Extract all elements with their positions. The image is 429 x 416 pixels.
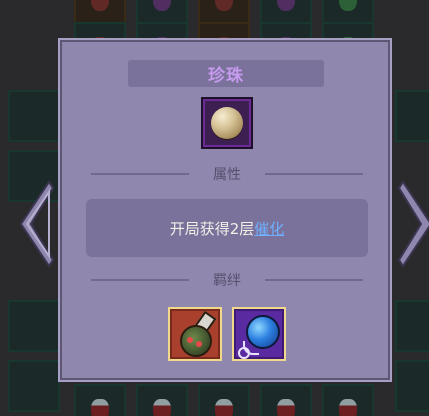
inventory-slot[interactable] (395, 360, 429, 412)
bond-item-potion[interactable] (168, 307, 222, 361)
inventory-slot[interactable] (74, 384, 126, 416)
potion-icon (180, 325, 212, 357)
bonds-label: 羁绊 (213, 273, 241, 289)
inventory-slot[interactable] (8, 90, 60, 142)
inventory-slot[interactable] (8, 360, 60, 412)
inventory-slot[interactable] (395, 90, 429, 142)
divider-line (265, 279, 363, 281)
inventory-slot[interactable] (136, 384, 188, 416)
item-title-bar: 珍珠 (128, 60, 324, 87)
game-screen: 珍珠 属性 开局获得2层 催化 羁绊 (0, 0, 429, 416)
divider-line (91, 173, 189, 175)
chevron-left-icon (19, 180, 55, 268)
inventory-slot[interactable] (8, 300, 60, 352)
catalyze-keyword-link[interactable]: 催化 (254, 218, 284, 239)
chevron-right-icon (397, 180, 429, 268)
bond-item-orb[interactable] (232, 307, 286, 361)
attributes-label: 属性 (213, 167, 241, 183)
next-item-button[interactable] (397, 180, 429, 268)
pearl-icon (211, 107, 243, 139)
bonds-divider: 羁绊 (86, 270, 368, 290)
item-name: 珍珠 (208, 66, 244, 86)
prev-item-button[interactable] (19, 180, 55, 268)
inventory-slot[interactable] (322, 384, 374, 416)
inventory-slot[interactable] (395, 300, 429, 352)
divider-line (265, 173, 363, 175)
attributes-divider: 属性 (86, 164, 368, 184)
inventory-slot[interactable] (260, 384, 312, 416)
description-text: 开局获得2层 (169, 219, 255, 238)
inventory-slot[interactable] (198, 384, 250, 416)
divider-line (91, 279, 189, 281)
attribute-description: 开局获得2层 催化 (86, 199, 368, 257)
item-detail-panel: 珍珠 属性 开局获得2层 催化 羁绊 (58, 38, 392, 382)
item-icon-slot (201, 97, 253, 149)
